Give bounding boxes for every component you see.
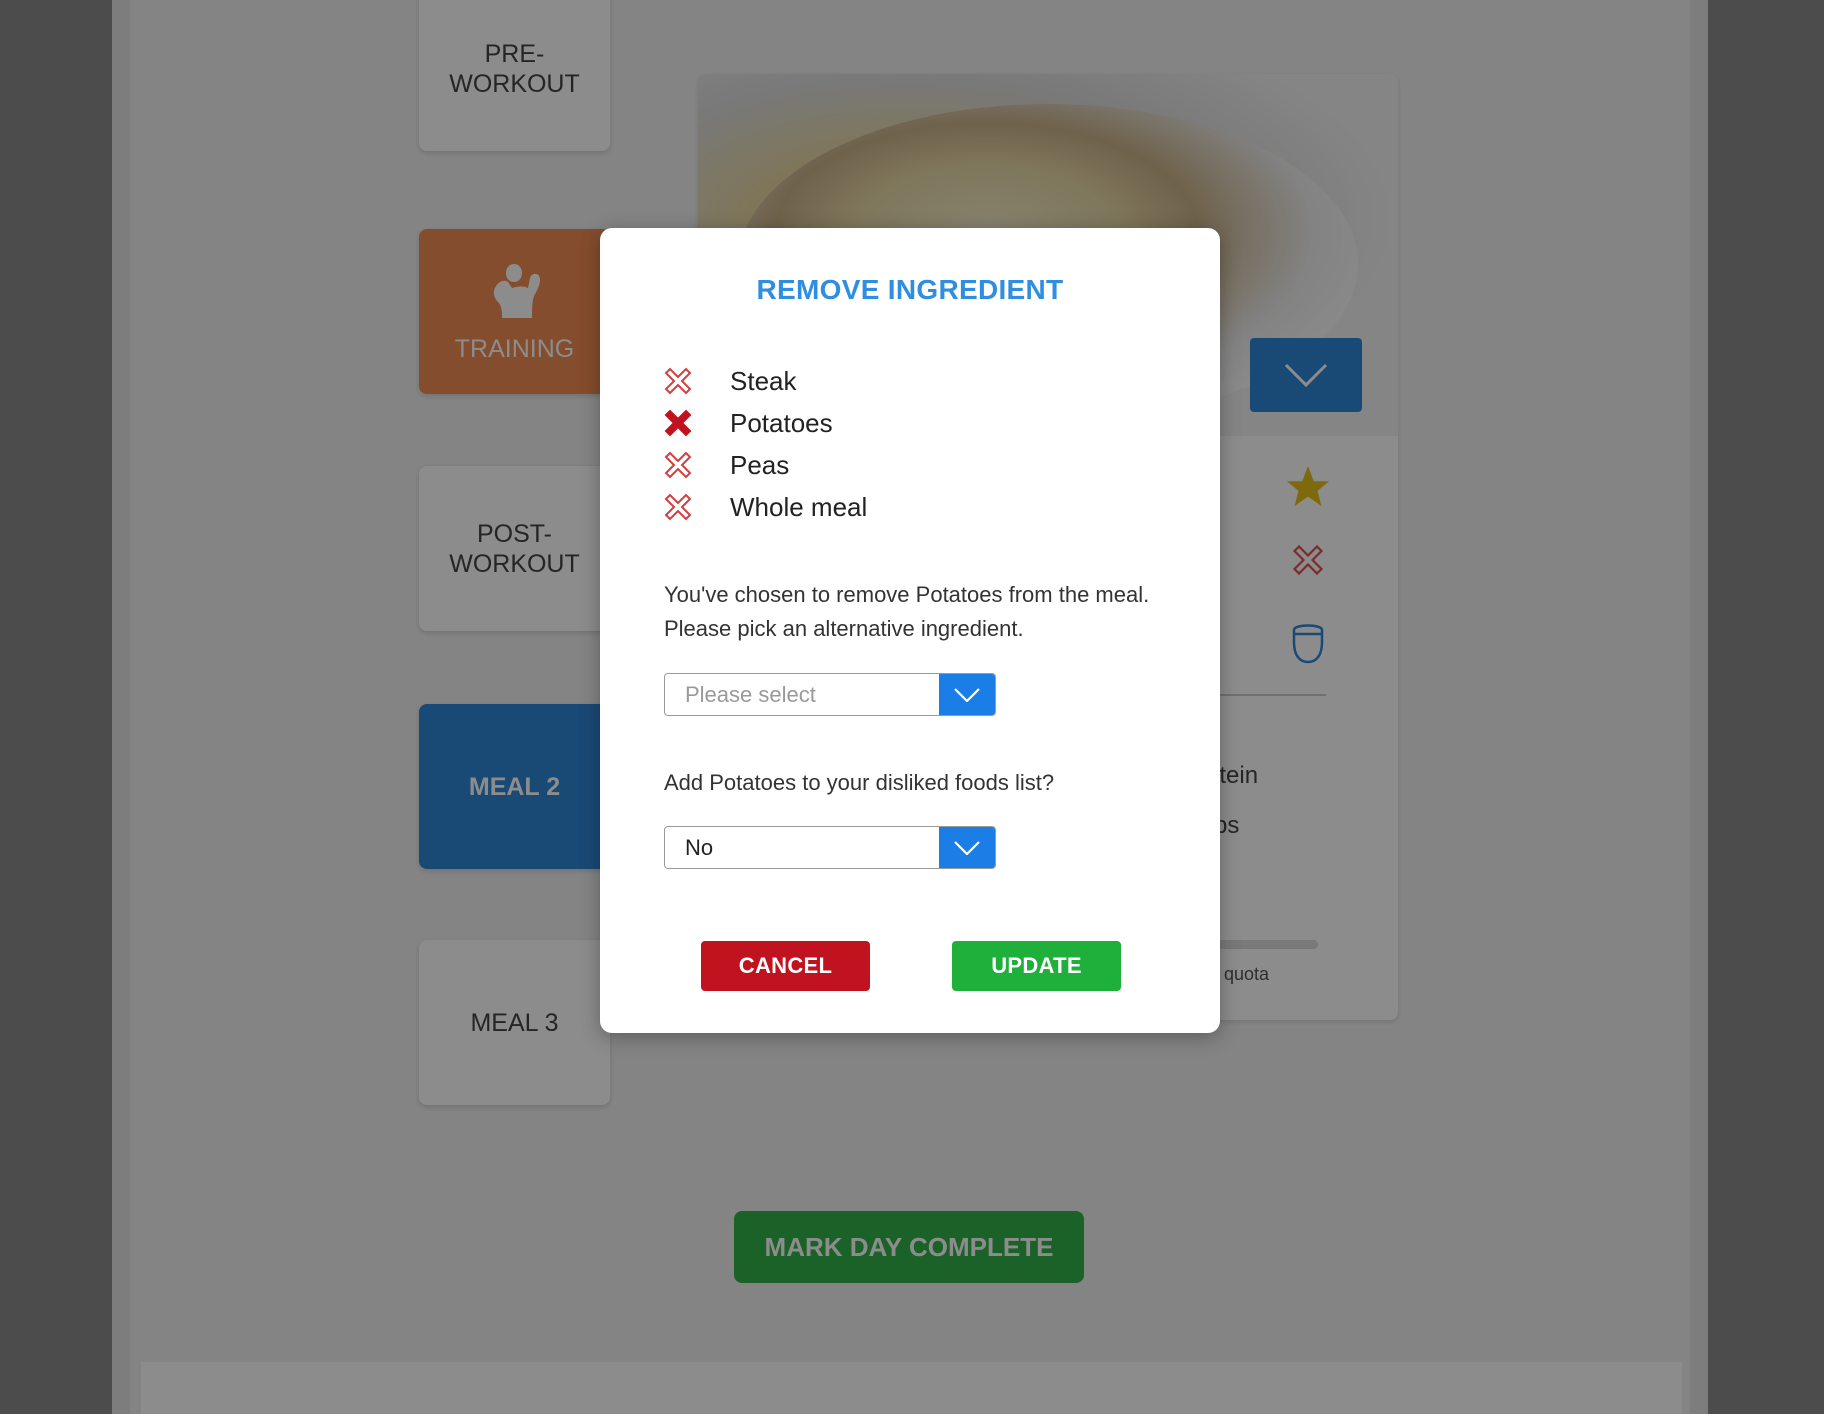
chevron-down-icon xyxy=(954,687,980,702)
ingredient-name: Steak xyxy=(730,365,797,396)
ingredient-name: Peas xyxy=(730,449,790,480)
update-button[interactable]: UPDATE xyxy=(952,941,1121,991)
select-value: No xyxy=(685,835,714,860)
ingredient-name: Whole meal xyxy=(730,491,868,522)
select-arrow-button[interactable] xyxy=(939,827,995,868)
ingredient-name: Potatoes xyxy=(730,407,833,438)
cancel-button[interactable]: CANCEL xyxy=(701,941,870,991)
remove-outline-icon[interactable] xyxy=(662,491,694,523)
ingredient-option-steak[interactable]: Steak xyxy=(662,360,867,402)
message-line-2: Please pick an alternative ingredient. xyxy=(664,616,1024,641)
removal-message: You've chosen to remove Potatoes from th… xyxy=(664,578,1164,646)
disliked-foods-question: Add Potatoes to your disliked foods list… xyxy=(664,770,1055,795)
chevron-down-icon xyxy=(954,840,980,855)
ingredient-option-whole-meal[interactable]: Whole meal xyxy=(662,486,867,528)
ingredient-option-potatoes[interactable]: Potatoes xyxy=(662,402,867,444)
remove-outline-icon[interactable] xyxy=(662,449,694,481)
remove-selected-icon[interactable] xyxy=(662,407,694,439)
dialog-title: REMOVE INGREDIENT xyxy=(756,274,1064,305)
remove-ingredient-dialog: REMOVE INGREDIENT Steak Potatoes Peas Wh… xyxy=(600,228,1220,1033)
ingredient-option-peas[interactable]: Peas xyxy=(662,444,867,486)
disliked-foods-select[interactable]: No xyxy=(664,826,996,869)
remove-outline-icon[interactable] xyxy=(662,365,694,397)
message-line-1: You've chosen to remove Potatoes from th… xyxy=(664,582,1150,607)
select-placeholder: Please select xyxy=(685,682,816,707)
select-arrow-button[interactable] xyxy=(939,674,995,715)
ingredient-list: Steak Potatoes Peas Whole meal xyxy=(662,360,867,528)
alternative-ingredient-select[interactable]: Please select xyxy=(664,673,996,716)
